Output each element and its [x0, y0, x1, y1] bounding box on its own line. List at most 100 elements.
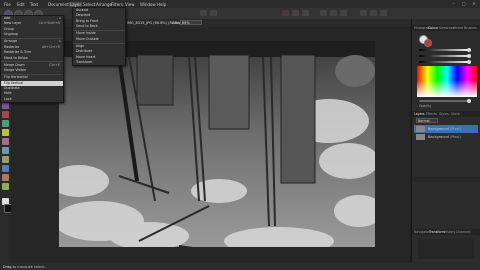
opacity-slider[interactable]	[419, 99, 471, 103]
selection-subtract-icon[interactable]	[370, 10, 377, 16]
transform-icon[interactable]	[200, 10, 207, 16]
tab-styles[interactable]: Styles	[439, 112, 449, 116]
menu-item-label: Rasterize	[4, 44, 20, 49]
shape-tool-icon[interactable]	[2, 174, 9, 181]
chevron-right-icon: ▸	[59, 39, 61, 44]
menu-item-label: Flip Horizontal	[4, 75, 28, 80]
arrange-back-icon[interactable]	[330, 10, 337, 16]
submenu-item-move-outside[interactable]: Move Outside	[73, 37, 125, 42]
tab-layers[interactable]: Layers	[414, 112, 425, 116]
tab-stock[interactable]: Stock	[451, 112, 460, 116]
tab-history[interactable]: History	[444, 230, 455, 234]
layers-panel-tabs: Layers Effects Styles Stock	[412, 111, 480, 117]
menu-file[interactable]: File	[4, 2, 11, 7]
zoom-select[interactable]: 66%	[180, 20, 202, 25]
selection-add-icon[interactable]	[360, 10, 367, 16]
slider-knob[interactable]	[467, 54, 471, 58]
pen-tool-icon[interactable]	[2, 165, 9, 172]
colour-spectrum[interactable]	[417, 66, 477, 97]
menu-text[interactable]: Text	[30, 2, 38, 7]
menu-item-label: Hide	[4, 91, 12, 96]
flood-fill-icon[interactable]	[2, 111, 9, 118]
align-icon[interactable]	[210, 10, 217, 16]
layer-thumbnail	[416, 134, 425, 140]
maximize-button[interactable]: ▢	[461, 1, 467, 6]
layer-thumbnail	[416, 126, 425, 132]
tab-stroke[interactable]: Stroke	[453, 26, 463, 30]
red-slider[interactable]	[419, 48, 471, 52]
tab-channels[interactable]: Channels	[456, 230, 471, 234]
tab-navigator[interactable]: Navigator	[414, 230, 430, 234]
status-label: Drag	[3, 264, 12, 269]
submenu-item-transform[interactable]: Transform	[73, 60, 125, 65]
colour-panel-tabs: Histogram Colour Swatches Stroke Brushes	[412, 25, 480, 31]
layer-type: (Pixel)	[450, 135, 461, 139]
selection-intersect-icon[interactable]	[380, 10, 387, 16]
blur-brush-icon[interactable]	[2, 156, 9, 163]
assistant-icon[interactable]	[302, 10, 309, 16]
right-panel: Histogram Colour Swatches Stroke Brushes…	[411, 19, 480, 263]
dodge-brush-icon[interactable]	[2, 129, 9, 136]
transform-fields[interactable]	[418, 239, 474, 259]
tab-transform[interactable]: Transform	[429, 230, 445, 234]
clone-brush-icon[interactable]	[2, 138, 9, 145]
layer-type: (Pixel)	[450, 127, 461, 131]
blue-slider[interactable]	[419, 60, 471, 64]
canvas-area[interactable]: Add ▸ New Layer Ctrl+Shift+N Group Ungroup…	[0, 7, 410, 263]
layer-row[interactable]: Background (Pixel)	[414, 133, 478, 141]
status-text: Drag to marquee select.	[3, 265, 46, 269]
opacity-label: Opacity	[419, 104, 432, 108]
snapping-icon[interactable]	[282, 10, 289, 16]
menu-document[interactable]: Document	[48, 2, 69, 7]
arrange-up-icon[interactable]	[340, 10, 347, 16]
submenu-item-send-back[interactable]: Send to Back	[73, 24, 125, 29]
text-tool-icon[interactable]	[2, 183, 9, 190]
arrange-front-icon[interactable]	[320, 10, 327, 16]
status-message: to marquee select.	[12, 264, 46, 269]
layers-footer	[412, 177, 480, 182]
layer-name-group: Background (Pixel)	[428, 127, 461, 131]
minimize-button[interactable]: –	[450, 1, 456, 6]
menu-help[interactable]: Help	[157, 2, 166, 7]
menu-edit[interactable]: Edit	[17, 2, 25, 7]
status-bar: Drag to marquee select.	[0, 263, 480, 270]
close-button[interactable]: ✕	[471, 1, 477, 6]
slider-knob[interactable]	[467, 48, 471, 52]
menu-item-label: Rasterize & Trim	[4, 50, 31, 55]
layer-name: Background	[428, 127, 449, 131]
menu-item-mask-below[interactable]: Mask to Below	[1, 56, 63, 61]
menu-item-merge-visible[interactable]: Merge Visible	[1, 68, 63, 73]
document-image[interactable]	[59, 41, 375, 247]
healing-brush-icon[interactable]	[2, 147, 9, 154]
navigator-panel-tabs: Navigator Transform History Channels	[412, 229, 480, 235]
layer-row[interactable]: Background (Pixel)	[414, 125, 478, 133]
quick-mask-icon[interactable]	[292, 10, 299, 16]
menu-item-shortcut: Ctrl+Shift+N	[38, 21, 60, 26]
gradient-tool-icon[interactable]	[2, 120, 9, 127]
menu-view[interactable]: View	[125, 2, 135, 7]
tab-brushes[interactable]: Brushes	[464, 26, 477, 30]
slider-knob[interactable]	[467, 99, 471, 103]
tab-swatches[interactable]: Swatches	[439, 26, 454, 30]
menu-item-label: Merge Down	[4, 62, 25, 67]
menu-item-label: Ungroup	[4, 32, 19, 37]
tab-effects[interactable]: Effects	[426, 112, 437, 116]
menu-item-label: Flip Vertical	[4, 80, 24, 85]
green-slider[interactable]	[419, 54, 471, 58]
menu-item-label: Arrange	[4, 39, 18, 44]
layer-name-group: Background (Pixel)	[428, 135, 461, 139]
slider-knob[interactable]	[467, 60, 471, 64]
menu-item-label: Duplicate	[4, 86, 20, 91]
layer-name: Background	[428, 135, 449, 139]
chevron-right-icon: ▸	[59, 16, 61, 20]
menu-window[interactable]: Window	[140, 2, 156, 7]
menu-item-ungroup[interactable]: Ungroup	[1, 32, 63, 37]
menu-item-label: Group	[4, 26, 15, 31]
menu-item-label: New Layer	[4, 21, 22, 26]
blend-mode-select[interactable]: Normal	[416, 118, 438, 123]
arrange-submenu: Ascend Descend Bring to Front Send to Ba…	[72, 7, 126, 67]
secondary-colour-icon[interactable]	[424, 39, 432, 47]
menu-item-shortcut: Alt+Ctrl+R	[41, 44, 60, 49]
tab-colour[interactable]: Colour	[428, 26, 438, 30]
menu-item-lock[interactable]: Lock	[1, 97, 63, 102]
